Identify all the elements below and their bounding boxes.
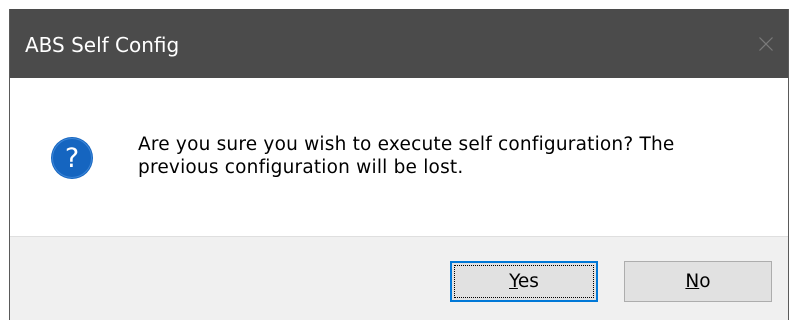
- dialog-window: ABS Self Config ? Are you sure you wish …: [9, 9, 789, 320]
- svg-text:?: ?: [65, 143, 79, 174]
- message-line-1: Are you sure you wish to execute self co…: [138, 134, 675, 155]
- no-mnemonic: N: [685, 271, 700, 292]
- no-label-rest: o: [699, 271, 711, 292]
- message-line-2: previous configuration will be lost.: [138, 157, 464, 178]
- dialog-content: ? Are you sure you wish to execute self …: [10, 78, 788, 236]
- close-button[interactable]: [742, 9, 788, 78]
- yes-button[interactable]: Yes: [450, 261, 598, 302]
- no-button[interactable]: No: [624, 261, 772, 302]
- title-bar: ABS Self Config: [10, 9, 788, 78]
- window-title: ABS Self Config: [25, 33, 180, 57]
- question-icon: ?: [51, 137, 93, 179]
- focus-ring: [454, 265, 594, 298]
- close-icon: [759, 37, 773, 51]
- confirmation-message: Are you sure you wish to execute self co…: [138, 133, 758, 179]
- button-bar: Yes No: [10, 236, 788, 320]
